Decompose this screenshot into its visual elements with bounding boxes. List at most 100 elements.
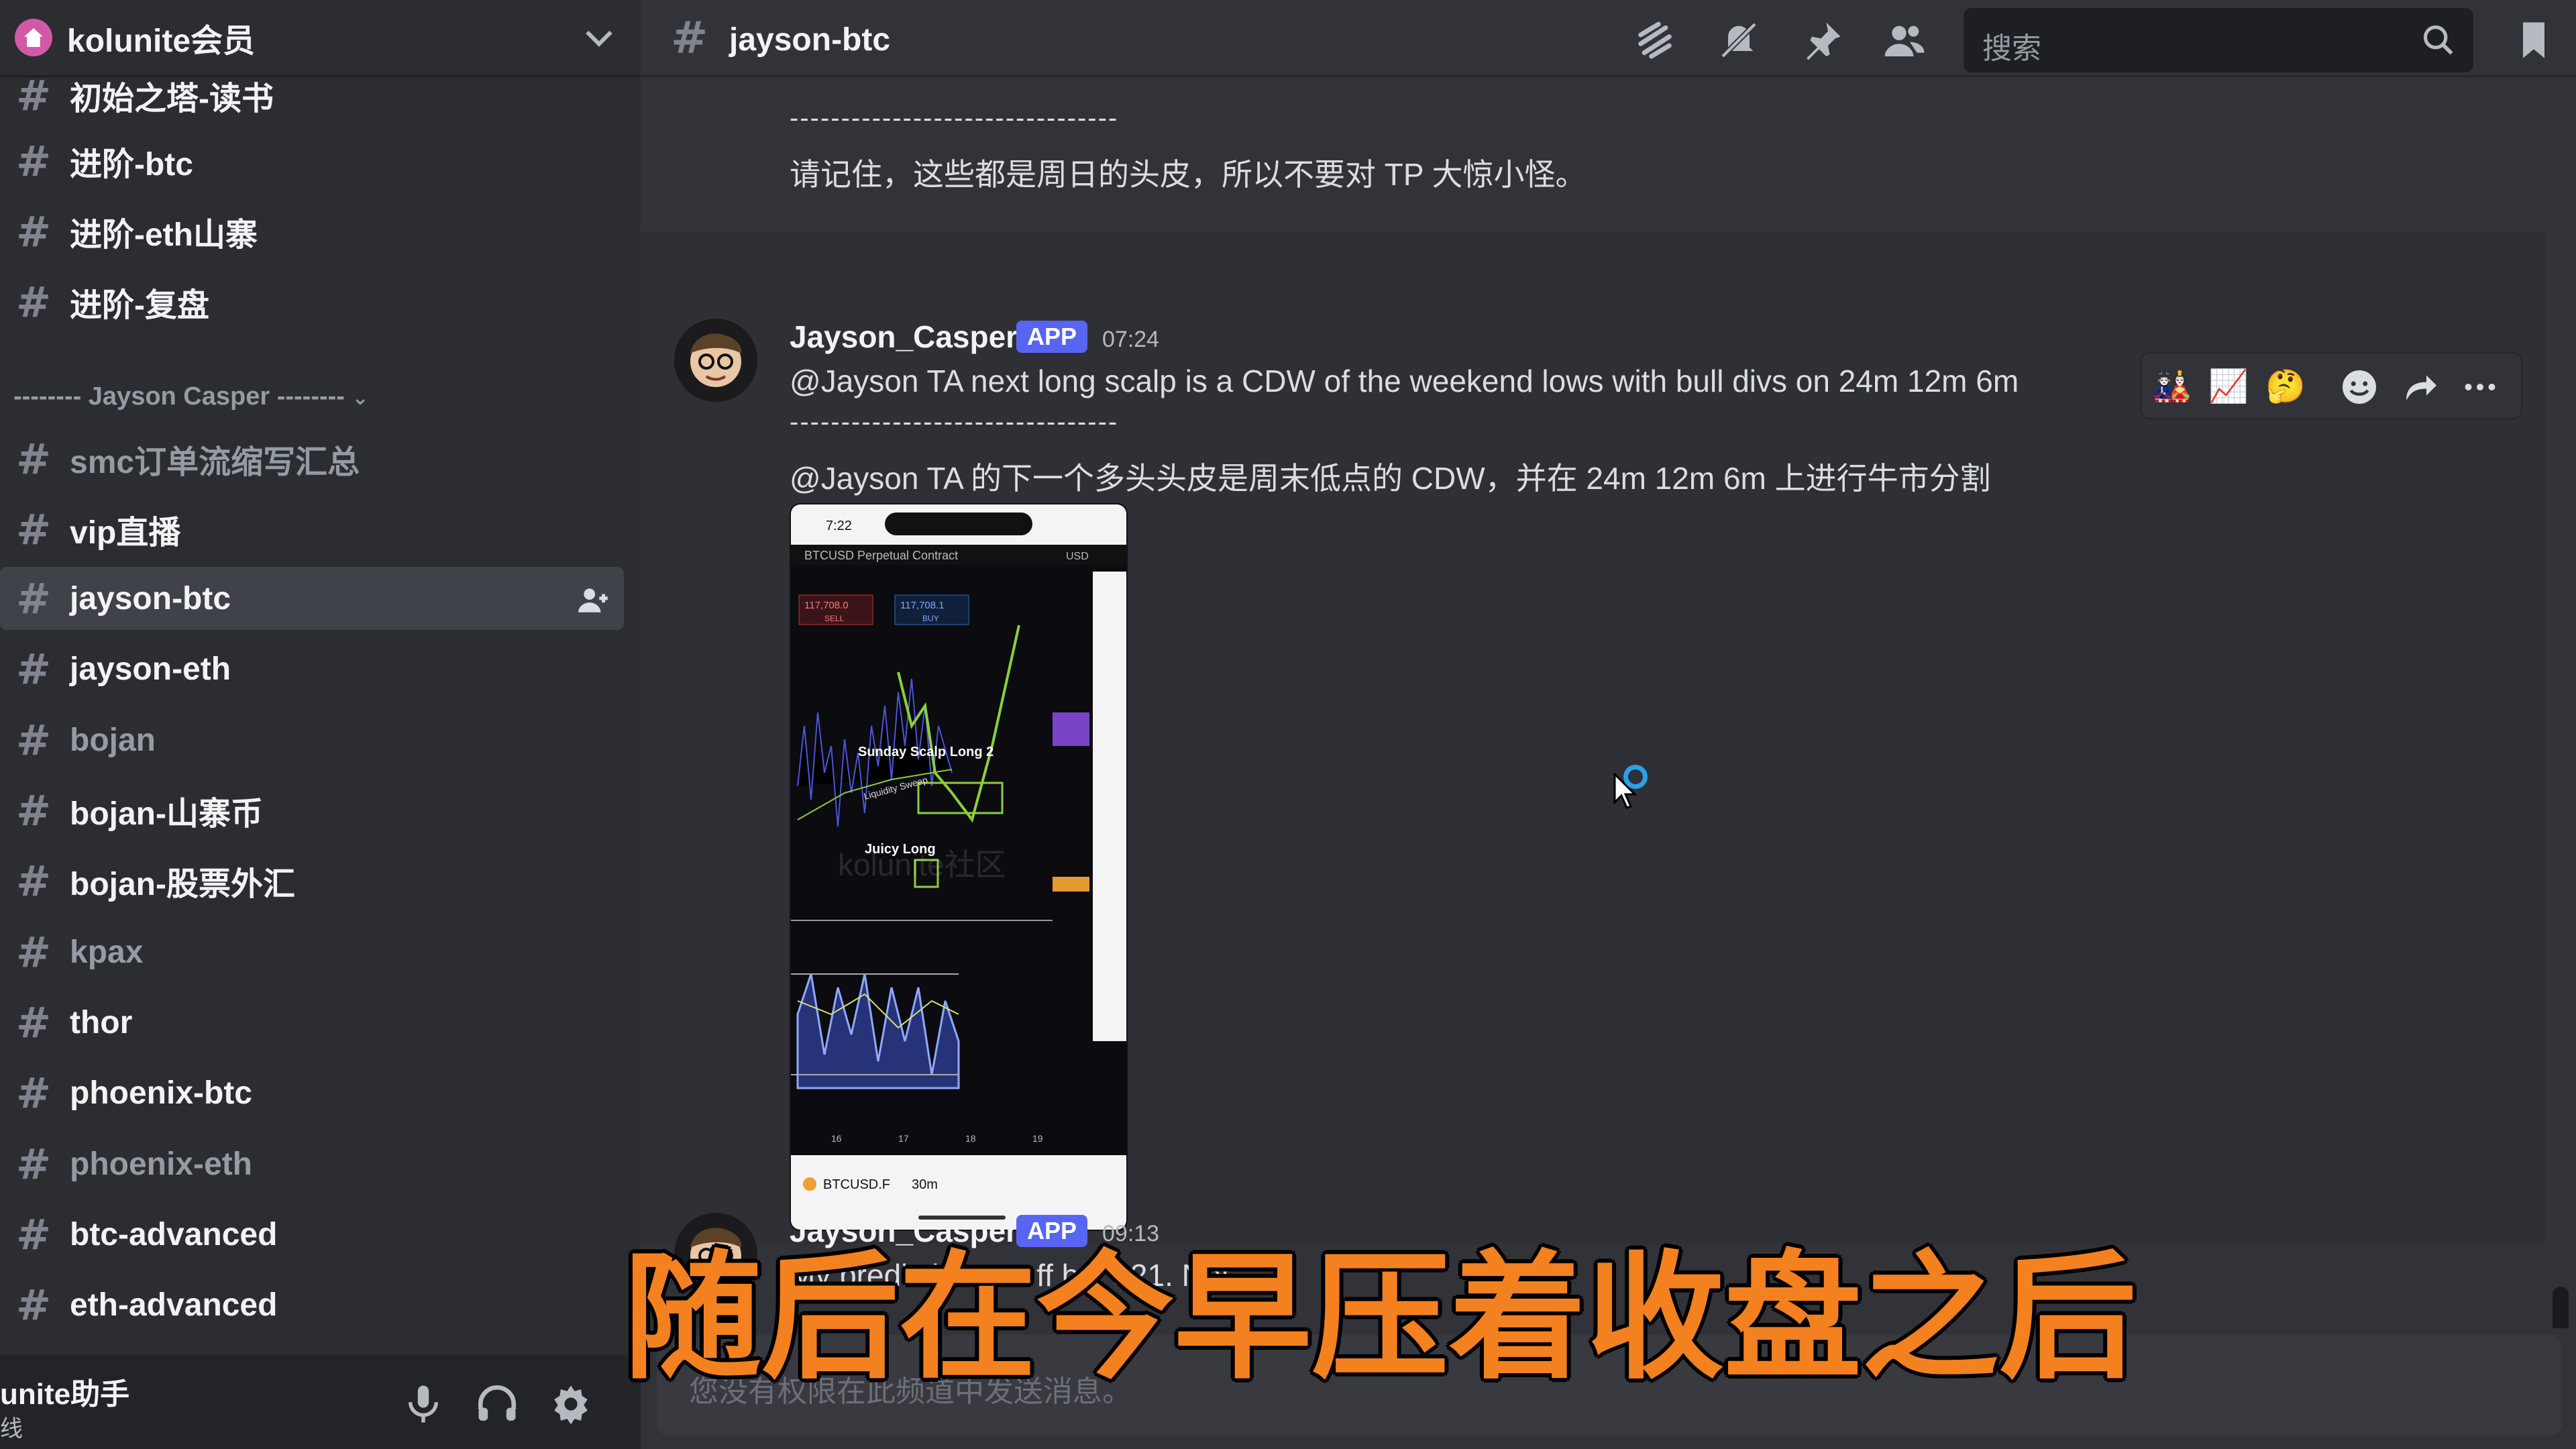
channel-sidebar: kolunite会员 # 初始之塔-读书 # 进阶-btc # 进阶-eth山寨 # 进…	[0, 0, 641, 1449]
hash-icon: #	[16, 1139, 51, 1189]
more-options-icon[interactable]	[2460, 367, 2500, 407]
hash-icon: #	[16, 786, 51, 835]
hash-icon: #	[16, 927, 51, 977]
category-label: -------- Jayson Casper --------	[13, 382, 345, 411]
channel-item[interactable]: # 进阶-btc	[0, 129, 624, 193]
avatar[interactable]	[674, 319, 757, 402]
main-chat: # jayson-btc 搜索 ------------------------…	[641, 0, 2576, 1449]
message-list: -------------------------------- 请记住，这些都…	[641, 79, 2576, 1328]
hash-icon: #	[16, 1068, 51, 1118]
channel-item[interactable]: # btc-advanced	[0, 1203, 624, 1266]
phone-time: 7:22	[826, 519, 852, 533]
channel-label: bojan-山寨币	[70, 796, 263, 832]
hash-icon: #	[16, 136, 51, 186]
headphones-icon[interactable]	[475, 1382, 519, 1426]
avatar-face-icon	[674, 319, 757, 402]
channel-item[interactable]: # vip直播	[0, 498, 624, 561]
forward-icon[interactable]	[2400, 367, 2440, 407]
channel-label: thor	[70, 1004, 133, 1040]
search-icon	[2423, 25, 2453, 55]
channel-label: bojan	[70, 722, 156, 758]
ticker: BTCUSD.F	[823, 1177, 890, 1192]
channel-item[interactable]: # smc订单流缩写汇总	[0, 427, 624, 490]
sell-price: 117,708.0	[804, 600, 849, 611]
pair-name: BTCUSD Perpetual Contract	[804, 549, 958, 562]
channel-label: phoenix-eth	[70, 1146, 252, 1182]
hash-icon: #	[16, 715, 51, 765]
currency-label: USD	[1066, 551, 1089, 562]
channel-label: btc-advanced	[70, 1216, 278, 1252]
search-input[interactable]: 搜索	[1964, 8, 2473, 72]
channel-label: jayson-eth	[70, 651, 231, 687]
channel-label: jayson-btc	[70, 580, 231, 616]
channel-item[interactable]: # bojan-股票外汇	[0, 849, 624, 912]
channel-item[interactable]: # eth-advanced	[0, 1273, 624, 1336]
channel-item[interactable]: # phoenix-btc	[0, 1061, 624, 1124]
x-tick: 18	[965, 1133, 976, 1144]
settings-gear-icon[interactable]	[549, 1382, 593, 1426]
message-actions-toolbar: 🎎 📈 🤔	[2140, 352, 2522, 419]
channel-item[interactable]: # kpax	[0, 920, 624, 983]
server-name: kolunite会员	[67, 23, 256, 59]
members-icon[interactable]	[1883, 19, 1926, 62]
scrollbar-thumb[interactable]	[2553, 1287, 2569, 1328]
channel-item[interactable]: # 进阶-复盘	[0, 270, 624, 333]
message-text: @Jayson TA 的下一个多头头皮是周末低点的 CDW，并在 24m 12m…	[790, 461, 1991, 496]
mute-bell-icon[interactable]	[1717, 19, 1760, 62]
channel-label: 进阶-eth山寨	[70, 217, 258, 253]
divider-line: --------------------------------	[790, 407, 1119, 437]
message-author[interactable]: Jayson_Casper	[790, 319, 1018, 355]
channel-item[interactable]: # 初始之塔-读书	[0, 77, 624, 127]
sell-label: SELL	[824, 614, 845, 623]
message-item[interactable]: Jayson_Casper APP 07:24 @Jayson TA next …	[641, 231, 2546, 1244]
channel-item[interactable]: # jayson-eth	[0, 637, 624, 700]
timeframe: 30m	[912, 1177, 938, 1192]
channel-label: 进阶-btc	[70, 147, 193, 182]
divider-line: --------------------------------	[790, 103, 1119, 133]
hash-icon: #	[16, 1280, 51, 1330]
channel-item[interactable]: # phoenix-eth	[0, 1132, 624, 1195]
image-attachment[interactable]: 7:22 BTCUSD Perpetual Contract USD 117,7…	[790, 503, 1128, 1231]
app-badge: APP	[1016, 321, 1088, 353]
buy-label: BUY	[922, 614, 939, 623]
hash-icon: #	[16, 277, 51, 327]
chart-screenshot-image: 7:22 BTCUSD Perpetual Contract USD 117,7…	[791, 504, 1126, 1230]
chevron-down-icon[interactable]	[586, 20, 612, 47]
channel-header: # jayson-btc 搜索	[641, 0, 2576, 77]
reaction-emoji-1-icon[interactable]: 🎎	[2151, 367, 2192, 407]
channel-list: # 初始之塔-读书 # 进阶-btc # 进阶-eth山寨 # 进阶-复盘 ------…	[0, 77, 641, 1355]
x-tick: 19	[1032, 1133, 1043, 1144]
server-header[interactable]: kolunite会员	[0, 0, 641, 77]
channel-item[interactable]: # 进阶-eth山寨	[0, 200, 624, 263]
microphone-icon[interactable]	[401, 1382, 445, 1426]
x-tick: 16	[831, 1133, 842, 1144]
add-member-icon[interactable]	[577, 583, 610, 616]
channel-title: jayson-btc	[729, 22, 891, 58]
channel-item[interactable]: # thor	[0, 991, 624, 1054]
channel-item-active[interactable]: # jayson-btc	[0, 567, 624, 630]
add-reaction-icon[interactable]	[2339, 367, 2379, 407]
chevron-down-icon: ⌄	[352, 387, 369, 409]
hash-icon: #	[16, 207, 51, 256]
channel-label: kpax	[70, 934, 144, 970]
pin-icon[interactable]	[1801, 19, 1844, 62]
message-text: @Jayson TA next long scalp is a CDW of t…	[790, 364, 2019, 398]
hash-icon: #	[16, 998, 51, 1047]
threads-icon[interactable]	[1633, 19, 1676, 62]
inbox-icon[interactable]	[2512, 19, 2555, 62]
reaction-emoji-2-icon[interactable]: 📈	[2208, 367, 2249, 407]
hash-icon: #	[16, 574, 51, 623]
channel-item[interactable]: # bojan-山寨币	[0, 779, 624, 842]
user-name[interactable]: unite助手	[0, 1370, 129, 1413]
channel-item[interactable]: # bojan	[0, 708, 624, 771]
chart-label-1: Sunday Scalp Long 2	[858, 745, 994, 759]
server-logo-icon	[15, 19, 52, 56]
loading-spinner-icon	[1623, 765, 1648, 789]
buy-price: 117,708.1	[900, 600, 945, 611]
channel-label: phoenix-btc	[70, 1075, 252, 1111]
user-status: 线	[0, 1416, 23, 1442]
hash-icon: #	[16, 77, 51, 120]
category-header[interactable]: -------- Jayson Casper -------- ⌄	[13, 382, 369, 411]
reaction-emoji-3-icon[interactable]: 🤔	[2265, 367, 2306, 407]
channel-label: vip直播	[70, 515, 181, 551]
